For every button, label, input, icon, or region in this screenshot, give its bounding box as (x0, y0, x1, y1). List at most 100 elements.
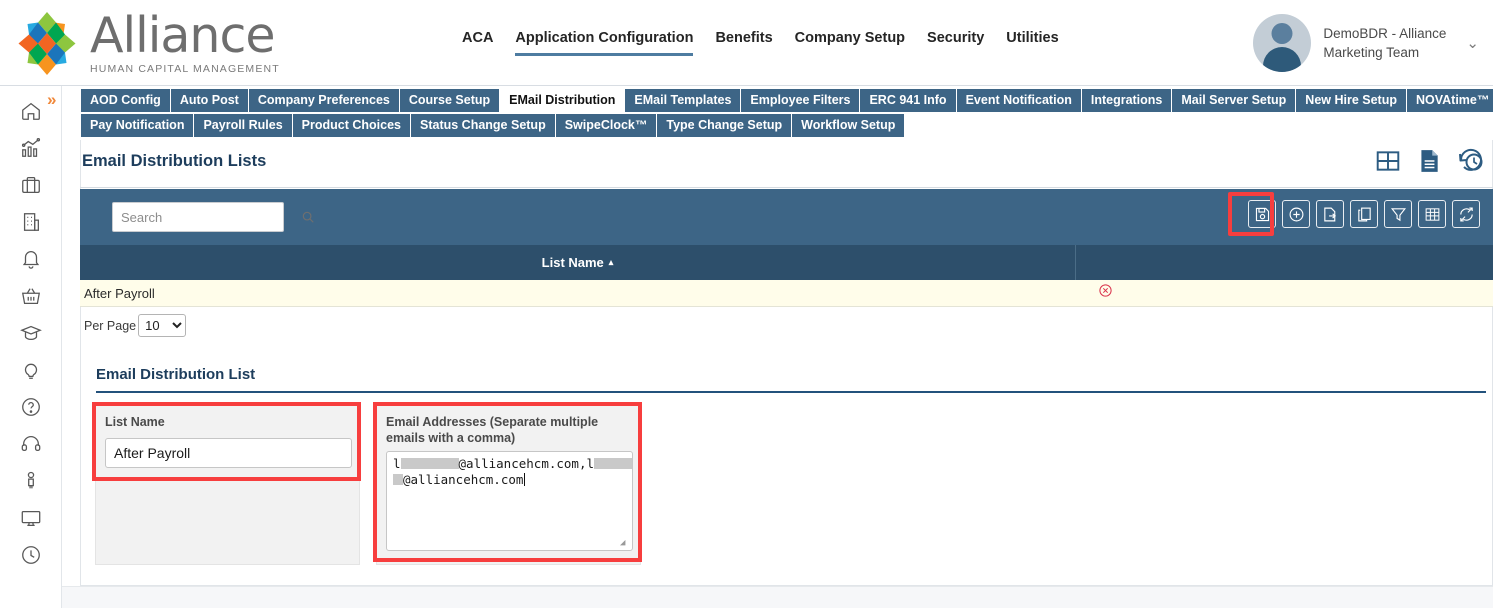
topnav-item-benefits[interactable]: Benefits (715, 30, 772, 53)
sidebar-item-analytics[interactable] (0, 129, 62, 166)
sidebar-expand-toggle[interactable]: » (47, 90, 57, 110)
topnav-item-security[interactable]: Security (927, 30, 984, 53)
list-name-field-group: List Name (95, 405, 360, 565)
email-addresses-textarea[interactable]: l @alliancehcm.com,l @alliancehcm.com ◢ (386, 451, 633, 551)
alliance-star-logo-icon (18, 12, 76, 75)
search-box[interactable] (112, 202, 314, 232)
briefcase-icon (22, 176, 40, 193)
tab-employee-filters[interactable]: Employee Filters (741, 89, 861, 112)
email-line-1: l @alliancehcm.com,l (393, 456, 632, 472)
bell-icon (22, 250, 40, 269)
sidebar-item-help[interactable] (0, 388, 62, 425)
add-button[interactable] (1282, 200, 1310, 228)
grid-toolbar (80, 189, 1493, 245)
tab-auto-post[interactable]: Auto Post (170, 89, 249, 112)
sidebar-item-company[interactable] (0, 203, 62, 240)
tab-email-distribution[interactable]: EMail Distribution (500, 89, 626, 112)
delete-circle-icon[interactable] (1098, 283, 1113, 303)
sidebar-item-learning[interactable] (0, 314, 62, 351)
sidebar-item-profile-access[interactable] (0, 462, 62, 499)
tab-erc-941-info[interactable]: ERC 941 Info (860, 89, 957, 112)
topnav-item-application-configuration[interactable]: Application Configuration (515, 30, 694, 56)
email-addresses-label: Email Addresses (Separate multiple email… (386, 415, 599, 445)
tab-company-preferences[interactable]: Company Preferences (248, 89, 400, 112)
search-icon (301, 210, 315, 224)
tab-email-templates[interactable]: EMail Templates (625, 89, 742, 112)
tab-status-change-setup[interactable]: Status Change Setup (411, 114, 556, 137)
tab-swipeclock[interactable]: SwipeClock™ (555, 114, 658, 137)
sidebar-item-support[interactable] (0, 425, 62, 462)
copy-button[interactable] (1350, 200, 1378, 228)
tab-event-notification[interactable]: Event Notification (956, 89, 1082, 112)
help-question-icon (22, 397, 40, 416)
home-icon (22, 102, 40, 120)
refresh-button[interactable] (1452, 200, 1480, 228)
tab-product-choices[interactable]: Product Choices (292, 114, 411, 137)
per-page-label: Per Page (84, 318, 137, 333)
report-document-icon[interactable] (1416, 148, 1442, 179)
footer-strip (62, 586, 1493, 608)
sidebar-item-display[interactable] (0, 499, 62, 536)
app-header: Alliance HUMAN CAPITAL MANAGEMENT ACA Ap… (0, 0, 1493, 86)
top-navigation: ACA Application Configuration Benefits C… (462, 30, 1059, 56)
sidebar-item-ideas[interactable] (0, 351, 62, 388)
sidebar-item-marketplace[interactable] (0, 277, 62, 314)
user-menu[interactable]: DemoBDR - Alliance Marketing Team ⌄ (1253, 14, 1479, 72)
tab-new-hire-setup[interactable]: New Hire Setup (1296, 89, 1407, 112)
tab-pay-notification[interactable]: Pay Notification (80, 114, 195, 137)
sub-tab-row-2: Pay Notification Payroll Rules Product C… (80, 114, 1493, 137)
user-avatar-icon (1253, 14, 1312, 72)
tab-integrations[interactable]: Integrations (1081, 89, 1173, 112)
analytics-chart-icon (21, 137, 41, 157)
clock-icon (22, 545, 40, 564)
left-sidebar (0, 86, 62, 608)
search-input[interactable] (113, 209, 301, 225)
user-name: DemoBDR - Alliance Marketing Team (1323, 24, 1446, 62)
page-title-bar: Email Distribution Lists (80, 140, 1493, 188)
tab-mail-server-setup[interactable]: Mail Server Setup (1172, 89, 1297, 112)
email-line-2: @alliancehcm.com (393, 472, 626, 488)
tab-payroll-rules[interactable]: Payroll Rules (194, 114, 293, 137)
sub-tab-row-1: AOD Config Auto Post Company Preferences… (80, 89, 1493, 112)
page-title-actions (1375, 148, 1485, 179)
table-row[interactable]: After Payroll (80, 280, 1493, 307)
list-name-input[interactable] (105, 438, 352, 468)
brand-tagline: HUMAN CAPITAL MANAGEMENT (90, 63, 280, 75)
column-header-list-name[interactable]: List Name ▴ (80, 245, 1076, 280)
filter-button[interactable] (1384, 200, 1412, 228)
list-name-label: List Name (105, 415, 165, 429)
sub-tab-bar: AOD Config Auto Post Company Preferences… (80, 89, 1493, 137)
graduation-cap-icon (20, 325, 42, 340)
sidebar-item-notifications[interactable] (0, 240, 62, 277)
per-page-control: Per Page 10 25 50 100 (84, 314, 187, 337)
tab-workflow-setup[interactable]: Workflow Setup (792, 114, 906, 137)
topnav-item-aca[interactable]: ACA (462, 30, 493, 53)
topnav-item-company-setup[interactable]: Company Setup (795, 30, 905, 53)
lightbulb-icon (24, 363, 38, 379)
history-clock-icon[interactable] (1457, 148, 1485, 179)
tab-course-setup[interactable]: Course Setup (399, 89, 501, 112)
save-button[interactable] (1248, 200, 1276, 228)
per-page-select[interactable]: 10 25 50 100 (138, 314, 187, 337)
column-header-actions (1076, 245, 1493, 280)
redacted-text (400, 458, 459, 469)
tab-aod-config[interactable]: AOD Config (80, 89, 171, 112)
redacted-text (594, 458, 632, 469)
monitor-icon (21, 510, 41, 526)
sort-ascending-icon: ▴ (608, 257, 614, 267)
chevron-down-icon[interactable]: ⌄ (1466, 34, 1479, 52)
grid-layout-icon[interactable] (1375, 148, 1401, 179)
tab-type-change-setup[interactable]: Type Change Setup (657, 114, 793, 137)
cell-list-name: After Payroll (84, 285, 155, 301)
email-distribution-grid: List Name ▴ After Payroll (80, 245, 1493, 307)
textarea-resize-handle[interactable]: ◢ (620, 539, 630, 549)
brand-logo[interactable]: Alliance HUMAN CAPITAL MANAGEMENT (8, 6, 280, 81)
topnav-item-utilities[interactable]: Utilities (1006, 30, 1058, 53)
grid-view-button[interactable] (1418, 200, 1446, 228)
tab-novatime[interactable]: NOVAtime™ (1406, 89, 1493, 112)
sidebar-item-time[interactable] (0, 536, 62, 573)
toolbar-buttons (1248, 200, 1480, 228)
export-button[interactable] (1316, 200, 1344, 228)
sidebar-item-briefcase[interactable] (0, 166, 62, 203)
brand-name: Alliance (90, 7, 276, 64)
